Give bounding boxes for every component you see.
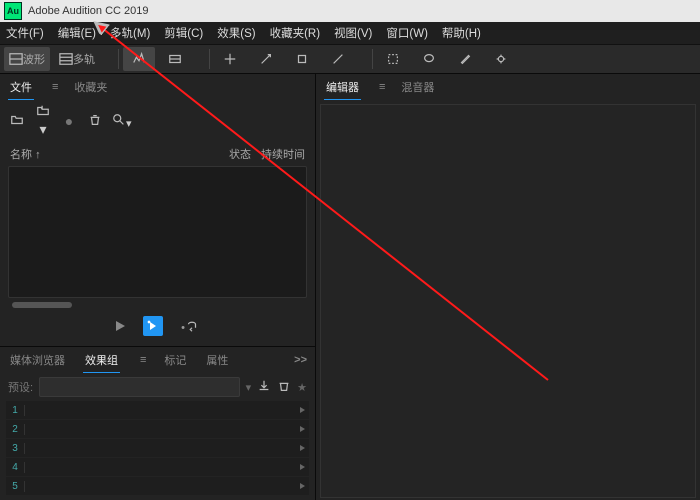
tab-mixer[interactable]: 混音器 bbox=[399, 75, 436, 99]
titlebar: Au Adobe Audition CC 2019 bbox=[0, 0, 700, 22]
editor-menu-icon[interactable]: ≡ bbox=[379, 81, 385, 93]
toolbar-separator bbox=[209, 49, 210, 69]
spot-healing-button[interactable] bbox=[485, 47, 517, 71]
effect-slot[interactable]: 2 bbox=[6, 420, 309, 438]
slot-play-icon[interactable] bbox=[295, 480, 309, 492]
effect-slot[interactable]: 5 bbox=[6, 477, 309, 495]
multitrack-view-button[interactable]: 多轨 bbox=[54, 47, 100, 71]
time-selection-button[interactable] bbox=[322, 47, 354, 71]
bottom-panel-tabs: 媒体浏览器 效果组 ≡ 标记 属性 >> bbox=[0, 347, 315, 373]
razor-tool-button[interactable] bbox=[250, 47, 282, 71]
preset-label: 预设: bbox=[8, 379, 33, 395]
left-column: 文件 ≡ 收藏夹 ▾ ● ▾ 名称 ↑ 状态 持续时间 • bbox=[0, 74, 316, 500]
tab-effects-rack[interactable]: 效果组 bbox=[83, 348, 120, 373]
menu-effects[interactable]: 效果(S) bbox=[217, 25, 255, 41]
lasso-tool-button[interactable] bbox=[413, 47, 445, 71]
files-list-body[interactable] bbox=[8, 166, 307, 298]
files-list-footer: • bbox=[8, 308, 307, 340]
slot-play-icon[interactable] bbox=[295, 404, 309, 416]
slot-play-icon[interactable] bbox=[295, 461, 309, 473]
app-logo: Au bbox=[4, 2, 22, 20]
spectral-frequency-button[interactable] bbox=[123, 47, 155, 71]
toolbar: 波形 多轨 bbox=[0, 45, 700, 74]
brush-tool-button[interactable] bbox=[449, 47, 481, 71]
toolbar-separator bbox=[372, 49, 373, 69]
multitrack-view-label: 多轨 bbox=[73, 51, 95, 67]
preset-dropdown[interactable] bbox=[39, 377, 240, 397]
column-name[interactable]: 名称 ↑ bbox=[10, 146, 219, 162]
save-preset-icon[interactable] bbox=[257, 379, 271, 396]
menu-window[interactable]: 窗口(W) bbox=[386, 25, 428, 41]
search-icon[interactable]: ▾ bbox=[112, 113, 307, 130]
files-panel-tabs: 文件 ≡ 收藏夹 bbox=[0, 74, 315, 100]
toolbar-separator bbox=[118, 49, 119, 69]
files-panel-menu-icon[interactable]: ≡ bbox=[52, 81, 58, 93]
favorite-preset-icon[interactable]: ★ bbox=[297, 381, 307, 394]
overflow-button[interactable]: >> bbox=[294, 354, 307, 366]
menu-favorites[interactable]: 收藏夹(R) bbox=[270, 25, 320, 41]
marquee-tool-button[interactable] bbox=[377, 47, 409, 71]
tab-favorites[interactable]: 收藏夹 bbox=[72, 75, 109, 99]
effect-slot[interactable]: 3 bbox=[6, 439, 309, 457]
slot-play-icon[interactable] bbox=[295, 423, 309, 435]
effect-slot[interactable]: 4 bbox=[6, 458, 309, 476]
tab-media-browser[interactable]: 媒体浏览器 bbox=[8, 348, 67, 372]
tab-editor[interactable]: 编辑器 bbox=[324, 75, 361, 100]
spectral-pitch-button[interactable] bbox=[159, 47, 191, 71]
files-panel: ▾ ● ▾ 名称 ↑ 状态 持续时间 • bbox=[0, 100, 315, 346]
record-file-icon[interactable]: ● bbox=[60, 113, 78, 129]
menu-multitrack[interactable]: 多轨(M) bbox=[110, 25, 150, 41]
tab-properties[interactable]: 属性 bbox=[204, 348, 230, 372]
menubar: 文件(F) 编辑(E) 多轨(M) 剪辑(C) 效果(S) 收藏夹(R) 视图(… bbox=[0, 22, 700, 45]
preset-row: 预设: ▾ ★ bbox=[0, 373, 315, 401]
files-toolbar: ▾ ● ▾ bbox=[8, 100, 307, 142]
move-tool-button[interactable] bbox=[214, 47, 246, 71]
menu-edit[interactable]: 编辑(E) bbox=[58, 25, 96, 41]
app-title: Adobe Audition CC 2019 bbox=[28, 5, 148, 17]
menu-clip[interactable]: 剪辑(C) bbox=[164, 25, 203, 41]
delete-preset-icon[interactable] bbox=[277, 379, 291, 396]
tab-markers[interactable]: 标记 bbox=[162, 348, 188, 372]
menu-help[interactable]: 帮助(H) bbox=[442, 25, 481, 41]
main-area: 文件 ≡ 收藏夹 ▾ ● ▾ 名称 ↑ 状态 持续时间 • bbox=[0, 74, 700, 500]
tab-files[interactable]: 文件 bbox=[8, 75, 34, 100]
column-status[interactable]: 状态 bbox=[229, 146, 251, 162]
right-panel-tabs: 编辑器 ≡ 混音器 bbox=[316, 74, 700, 100]
menu-file[interactable]: 文件(F) bbox=[6, 25, 44, 41]
waveform-view-label: 波形 bbox=[23, 51, 45, 67]
editor-canvas[interactable] bbox=[320, 104, 696, 498]
loop-preview-button[interactable]: • bbox=[181, 319, 199, 334]
right-column: 编辑器 ≡ 混音器 bbox=[316, 74, 700, 500]
slot-play-icon[interactable] bbox=[295, 442, 309, 454]
effects-slots: 1 2 3 4 5 bbox=[0, 401, 315, 500]
column-duration[interactable]: 持续时间 bbox=[261, 146, 305, 162]
import-file-icon[interactable]: ▾ bbox=[34, 104, 52, 138]
effect-slot[interactable]: 1 bbox=[6, 401, 309, 419]
menu-view[interactable]: 视图(V) bbox=[334, 25, 372, 41]
trash-icon[interactable] bbox=[86, 113, 104, 130]
bottom-panel: 媒体浏览器 效果组 ≡ 标记 属性 >> 预设: ▾ ★ 1 2 3 4 5 bbox=[0, 346, 315, 500]
preview-play-button[interactable] bbox=[116, 321, 125, 331]
open-file-icon[interactable] bbox=[8, 113, 26, 130]
autoplay-button[interactable] bbox=[143, 316, 163, 336]
files-list-header: 名称 ↑ 状态 持续时间 bbox=[8, 142, 307, 166]
slip-tool-button[interactable] bbox=[286, 47, 318, 71]
effects-rack-menu-icon[interactable]: ≡ bbox=[140, 354, 146, 366]
waveform-view-button[interactable]: 波形 bbox=[4, 47, 50, 71]
